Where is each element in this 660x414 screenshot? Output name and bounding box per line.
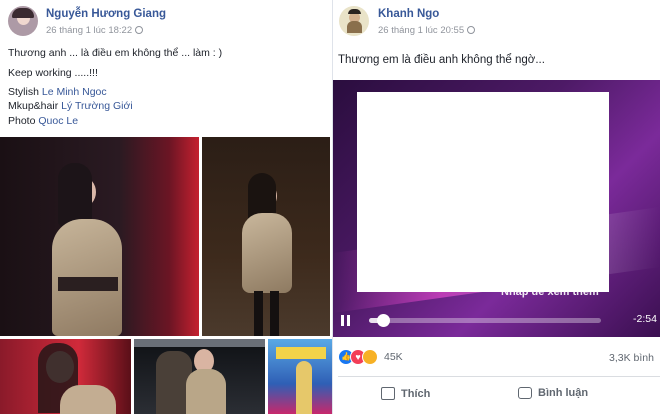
like-label: Thích (401, 387, 431, 400)
credit-photo: Photo Quoc Le (8, 115, 78, 127)
like-icon (381, 387, 395, 400)
video-overlay-text[interactable]: Nhấp để xem thêm (501, 286, 599, 298)
post-timestamp[interactable]: 26 tháng 1 lúc 18:22 (46, 25, 144, 36)
post-line: Keep working .....!!! (8, 67, 98, 79)
video-time: -2:54 (633, 313, 657, 325)
author-name[interactable]: Khanh Ngo (378, 8, 439, 20)
like-button[interactable]: Thích (381, 387, 430, 400)
video-progress-handle[interactable] (376, 314, 390, 327)
avatar[interactable] (8, 6, 38, 36)
post-photo[interactable] (0, 339, 131, 414)
comment-button[interactable]: Bình luận (518, 387, 588, 399)
pause-icon[interactable] (341, 315, 351, 326)
post-photo[interactable] (268, 339, 332, 414)
globe-icon (467, 26, 476, 34)
timestamp-text: 26 tháng 1 lúc 18:22 (46, 25, 133, 36)
author-name[interactable]: Nguyễn Hương Giang (46, 8, 166, 20)
tagged-person-link[interactable]: Quoc Le (38, 115, 78, 127)
timestamp-text: 26 tháng 1 lúc 20:55 (378, 25, 465, 36)
credit-label: Photo (8, 115, 36, 127)
globe-icon (135, 26, 144, 34)
video-player[interactable]: Nhấp để xem thêm -2:54 (333, 80, 660, 337)
divider (338, 376, 660, 377)
comment-label: Bình luận (538, 387, 589, 399)
credit-label: Mkup&hair (8, 100, 59, 112)
reactions-summary[interactable]: 👍 ♥ 45K (338, 349, 403, 365)
post-photo[interactable] (0, 137, 199, 336)
tagged-person-link[interactable]: Le Minh Ngoc (42, 86, 107, 98)
credit-label: Stylish (8, 86, 39, 98)
left-post: Nguyễn Hương Giang 26 tháng 1 lúc 18:22 … (0, 0, 332, 414)
post-caption: Thương em là điều anh không thể ngờ... (338, 54, 545, 66)
tagged-person-link[interactable]: Lý Trường Giới (61, 100, 133, 112)
comments-count[interactable]: 3,3K bình (609, 352, 654, 364)
post-photo[interactable] (134, 339, 265, 414)
post-timestamp[interactable]: 26 tháng 1 lúc 20:55 (378, 25, 476, 36)
comment-icon (518, 387, 532, 399)
right-post: Khanh Ngo 26 tháng 1 lúc 20:55 Thương em… (333, 0, 660, 414)
post-caption: Thương anh ... là điều em không thể ... … (8, 47, 223, 59)
haha-reaction-icon (362, 349, 378, 365)
avatar[interactable] (339, 6, 369, 36)
credit-stylish: Stylish Le Minh Ngoc (8, 86, 107, 98)
reactions-count: 45K (384, 351, 403, 363)
video-progress-track[interactable] (369, 314, 601, 327)
post-photo[interactable] (202, 137, 330, 336)
video-frame-placeholder (357, 92, 609, 292)
credit-mkup: Mkup&hair Lý Trường Giới (8, 100, 133, 112)
